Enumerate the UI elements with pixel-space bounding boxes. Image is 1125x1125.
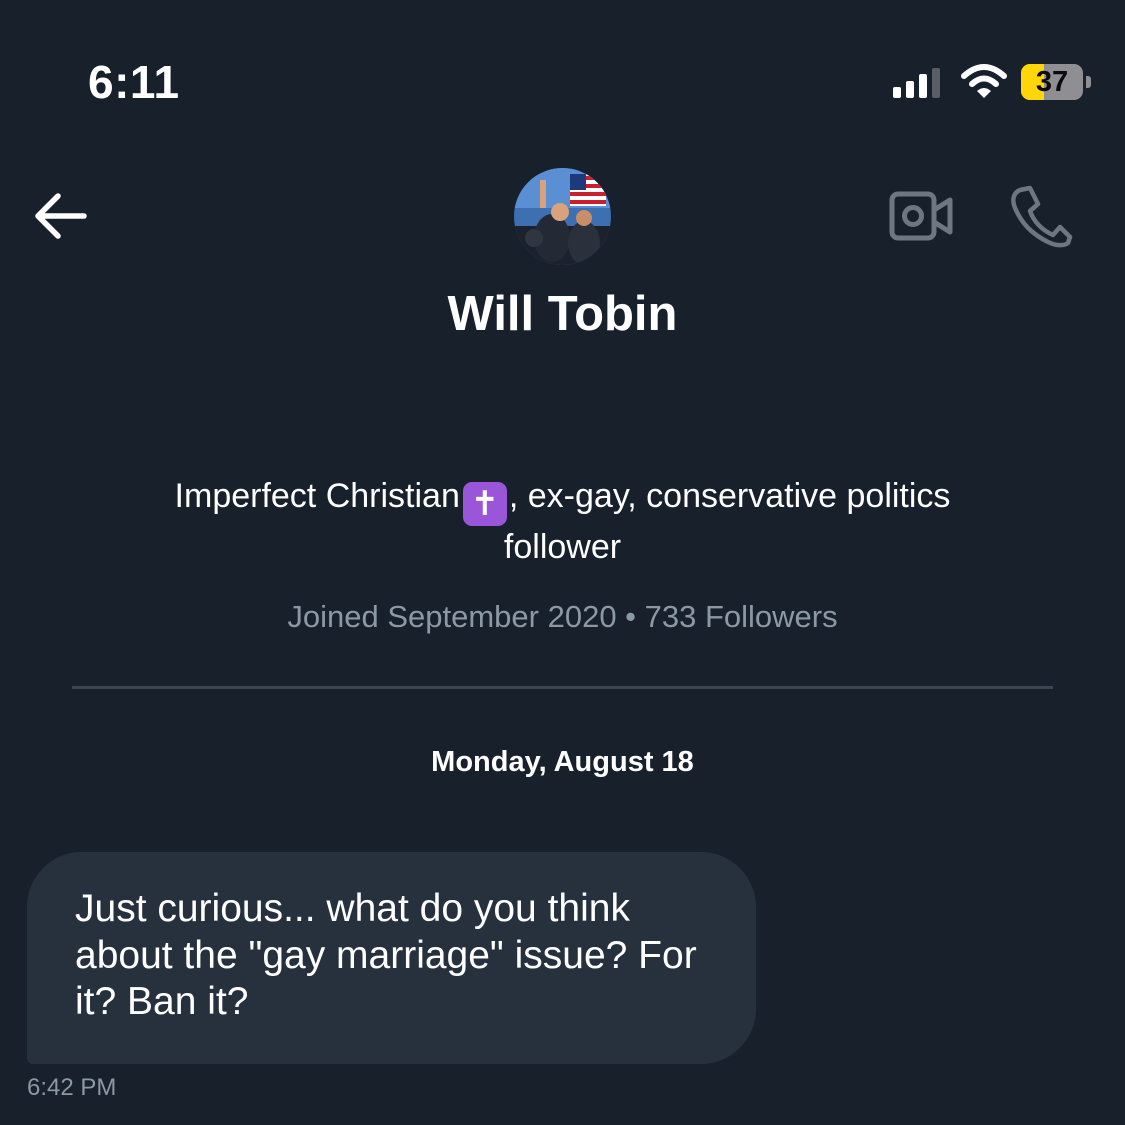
wifi-icon (961, 64, 1007, 98)
back-arrow-icon[interactable] (28, 185, 92, 249)
avatar-photo (514, 168, 611, 265)
profile-bio: Imperfect Christian ✝, ex-gay, conservati… (170, 475, 955, 569)
bio-text-end: , ex-gay, conservative politics follower (503, 477, 951, 566)
date-separator: Monday, August 18 (431, 746, 694, 778)
message-timestamp: 6:42 PM (27, 1074, 117, 1101)
incoming-message-bubble[interactable]: Just curious... what do you think about … (27, 852, 756, 1064)
profile-divider (72, 686, 1053, 689)
message-text: Just curious... what do you think about … (75, 887, 697, 1023)
profile-name[interactable]: Will Tobin (0, 284, 1125, 344)
bio-text-start: Imperfect Christian (174, 477, 460, 515)
battery-cap (1086, 76, 1091, 88)
signal-bar-3 (919, 74, 927, 98)
signal-bar-4 (932, 68, 940, 98)
video-camera-icon[interactable] (886, 186, 956, 246)
phone-icon[interactable] (1006, 180, 1076, 250)
profile-join-followers: Joined September 2020 • 733 Followers (287, 599, 838, 634)
avatar[interactable] (514, 168, 611, 265)
signal-bar-2 (906, 81, 914, 98)
battery-body: 37 (1021, 64, 1083, 100)
cellular-signal-icon (893, 68, 940, 98)
battery-level: 37 (1035, 66, 1069, 98)
signal-bar-1 (893, 87, 901, 98)
latin-cross-emoji-icon: ✝ (462, 482, 507, 526)
battery-indicator: 37 (1021, 64, 1093, 100)
status-bar-time: 6:11 (88, 56, 180, 108)
